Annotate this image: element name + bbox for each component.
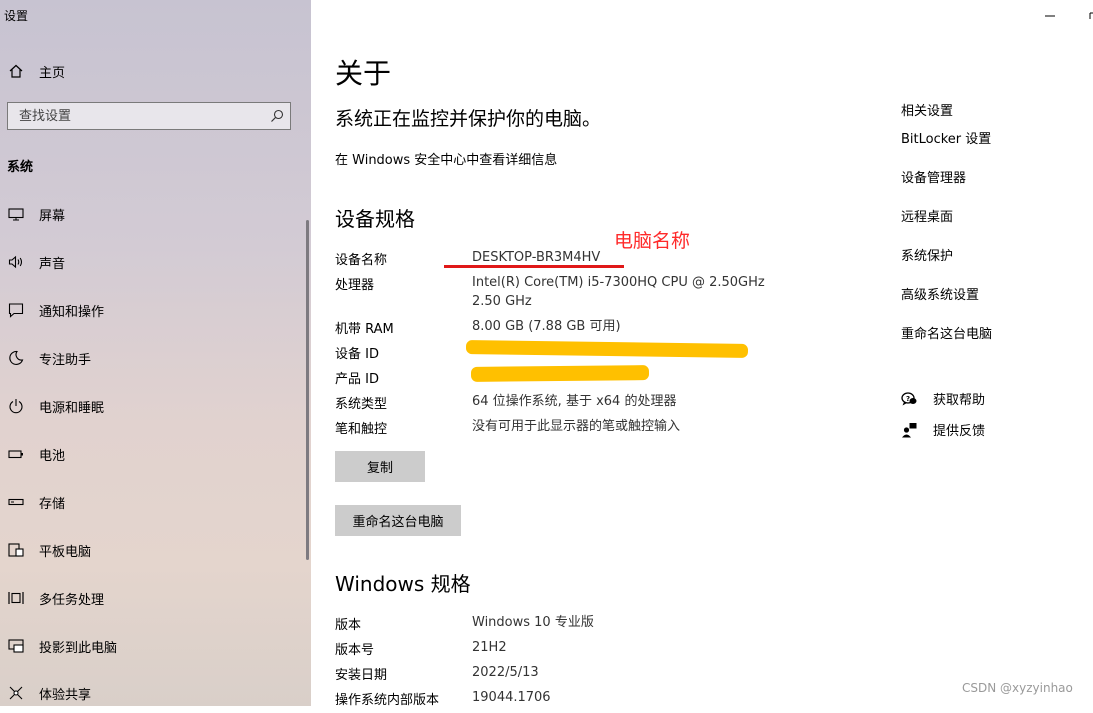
redaction-mark-product-id: [470, 365, 650, 382]
advanced-system-settings-link[interactable]: 高级系统设置: [901, 284, 979, 303]
sidebar-item-multitasking[interactable]: 多任务处理: [0, 578, 300, 618]
sidebar-item-focus-assist[interactable]: 专注助手: [0, 338, 300, 378]
sidebar-item-label: 存储: [39, 496, 66, 512]
sidebar-item-storage[interactable]: 存储: [0, 482, 300, 522]
feedback-icon: [901, 422, 917, 438]
spec-value-system-type: 64 位操作系统, 基于 x64 的处理器: [472, 394, 677, 409]
spec-key-device-name: 设备名称: [335, 253, 388, 268]
spec-value-ram: 8.00 GB (7.88 GB 可用): [472, 319, 621, 334]
spec-key-device-id: 设备 ID: [335, 347, 379, 362]
device-manager-link[interactable]: 设备管理器: [901, 167, 966, 186]
spec-key-product-id: 产品 ID: [335, 372, 379, 387]
search-icon[interactable]: [269, 108, 285, 124]
project-icon: [8, 638, 24, 654]
annotation-underline: [444, 265, 624, 268]
window-title: 设置: [4, 9, 29, 23]
sidebar-item-project[interactable]: 投影到此电脑: [0, 626, 300, 666]
spec-value-edition: Windows 10 专业版: [472, 615, 594, 630]
bitlocker-settings-link[interactable]: BitLocker 设置: [901, 128, 991, 147]
get-help-label: 获取帮助: [933, 393, 986, 408]
sidebar-item-label: 通知和操作: [39, 304, 105, 320]
sidebar-item-sound[interactable]: 声音: [0, 242, 300, 282]
search-input[interactable]: [8, 103, 258, 129]
spec-value-processor: Intel(R) Core(TM) i5-7300HQ CPU @ 2.50GH…: [472, 275, 765, 290]
share-icon: [8, 685, 24, 701]
spec-value-os-build: 19044.1706: [472, 690, 551, 705]
get-help-link[interactable]: ? 获取帮助: [901, 389, 985, 408]
spec-key-system-type: 系统类型: [335, 397, 388, 412]
windows-specs-heading: Windows 规格: [335, 572, 471, 596]
sidebar-item-label: 多任务处理: [39, 592, 105, 608]
notification-icon: [8, 302, 24, 318]
speaker-icon: [8, 254, 24, 270]
sidebar-item-label: 声音: [39, 256, 66, 272]
give-feedback-link[interactable]: 提供反馈: [901, 420, 985, 439]
sidebar: 设置 主页 系统 屏幕 声音 通知和操作 专注助手 电源和睡眠 电池 存储: [0, 0, 311, 706]
copy-button[interactable]: 复制: [335, 451, 425, 482]
sidebar-item-shared-experiences[interactable]: 体验共享: [0, 673, 300, 713]
give-feedback-label: 提供反馈: [933, 424, 986, 439]
spec-key-processor: 处理器: [335, 278, 375, 293]
svg-text:?: ?: [906, 395, 910, 403]
related-settings-heading: 相关设置: [901, 104, 954, 119]
sidebar-item-label: 屏幕: [39, 208, 66, 224]
moon-icon: [8, 350, 24, 366]
home-icon: [8, 63, 24, 79]
sidebar-item-tablet[interactable]: 平板电脑: [0, 530, 300, 570]
device-specs-heading: 设备规格: [335, 207, 415, 231]
spec-key-ram: 机带 RAM: [335, 322, 394, 337]
spec-value-install-date: 2022/5/13: [472, 665, 539, 680]
monitor-icon: [8, 206, 24, 222]
sidebar-item-label: 平板电脑: [39, 544, 92, 560]
multitask-icon: [8, 590, 24, 606]
redaction-mark-device-id: [465, 340, 749, 358]
sidebar-item-label: 主页: [39, 65, 66, 81]
spec-value-pen-touch: 没有可用于此显示器的笔或触控输入: [472, 419, 681, 434]
sidebar-item-notifications[interactable]: 通知和操作: [0, 290, 300, 330]
spec-key-os-build: 操作系统内部版本: [335, 693, 440, 708]
spec-value-processor-speed: 2.50 GHz: [472, 294, 532, 309]
help-chat-icon: ?: [901, 391, 917, 407]
sidebar-item-home[interactable]: 主页: [0, 51, 300, 91]
tablet-icon: [8, 542, 24, 558]
annotation-label: 电脑名称: [614, 230, 691, 252]
main-content: 关于 系统正在监控并保护你的电脑。 在 Windows 安全中心中查看详细信息 …: [311, 0, 1093, 708]
power-icon: [8, 398, 24, 414]
search-box[interactable]: [7, 102, 291, 130]
watermark: CSDN @xyzyinhao: [962, 681, 1073, 695]
spec-value-version: 21H2: [472, 640, 507, 655]
spec-key-version: 版本号: [335, 643, 375, 658]
sidebar-item-label: 电池: [39, 448, 66, 464]
minimize-icon[interactable]: [1043, 4, 1057, 18]
security-center-link[interactable]: 在 Windows 安全中心中查看详细信息: [335, 149, 557, 168]
system-protection-link[interactable]: 系统保护: [901, 245, 953, 264]
page-title: 关于: [335, 57, 392, 90]
spec-key-install-date: 安装日期: [335, 668, 388, 683]
storage-icon: [8, 494, 24, 510]
sidebar-item-power-sleep[interactable]: 电源和睡眠: [0, 386, 300, 426]
rename-pc-link[interactable]: 重命名这台电脑: [901, 323, 992, 342]
protection-status: 系统正在监控并保护你的电脑。: [335, 108, 602, 130]
sidebar-item-display[interactable]: 屏幕: [0, 194, 300, 234]
battery-icon: [8, 446, 24, 462]
sidebar-item-label: 体验共享: [39, 687, 92, 703]
sidebar-item-label: 投影到此电脑: [39, 640, 118, 656]
sidebar-item-label: 专注助手: [39, 352, 92, 368]
rename-pc-button[interactable]: 重命名这台电脑: [335, 505, 461, 536]
remote-desktop-link[interactable]: 远程桌面: [901, 206, 953, 225]
maximize-icon[interactable]: [1086, 4, 1093, 25]
spec-key-pen-touch: 笔和触控: [335, 422, 388, 437]
sidebar-section-label: 系统: [7, 160, 34, 175]
sidebar-scrollbar[interactable]: [306, 220, 309, 560]
sidebar-item-battery[interactable]: 电池: [0, 434, 300, 474]
spec-key-edition: 版本: [335, 618, 362, 633]
sidebar-item-label: 电源和睡眠: [39, 400, 105, 416]
